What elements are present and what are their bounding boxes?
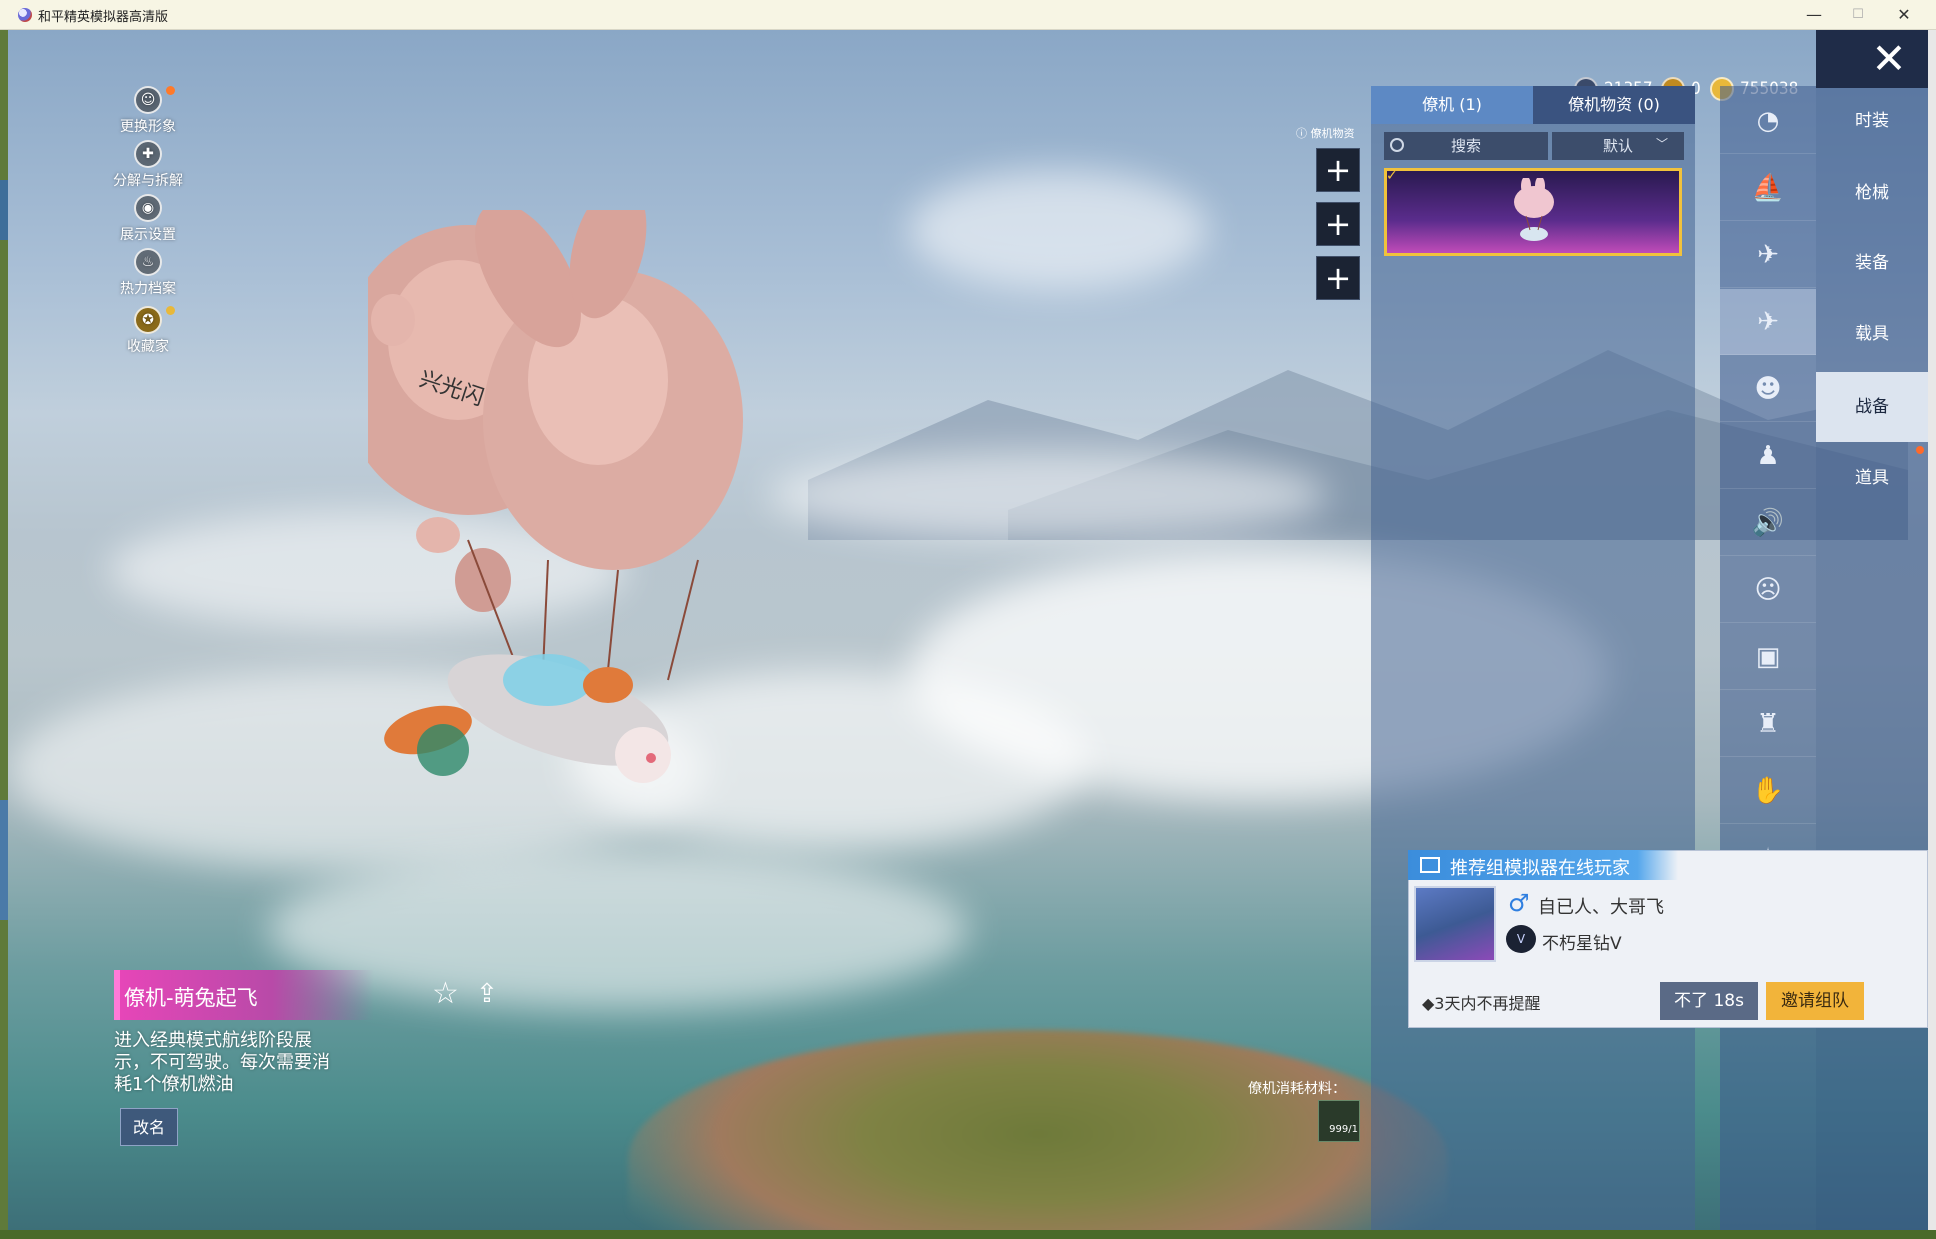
add-slot-button-2[interactable]: + (1316, 202, 1360, 246)
menu-change-appearance[interactable]: ☺ 更换形象 (98, 86, 198, 136)
menu-heat-archive[interactable]: ♨ 热力档案 (98, 248, 198, 298)
menu-dismantle[interactable]: ✚ 分解与拆解 (98, 140, 198, 190)
menu-label: 收藏家 (127, 339, 169, 355)
nav-equipment[interactable]: 装备 (1816, 228, 1928, 298)
slot-hint[interactable]: ⓘ 僚机物资 (1296, 125, 1355, 141)
spray-icon[interactable]: ♜ (1720, 691, 1816, 757)
tab-wingman-supplies[interactable]: 僚机物资 (0) (1533, 86, 1695, 124)
item-description: 进入经典模式航线阶段展示，不可驾驶。每次需要消耗1个僚机燃油 (114, 1030, 330, 1095)
checkmark-icon: ✓ (1386, 168, 1398, 184)
emote-icon[interactable]: ☹ (1720, 557, 1816, 623)
window-title: 和平精英模拟器高清版 (38, 10, 169, 25)
menu-collector[interactable]: ✪ 收藏家 (98, 306, 198, 356)
nav-combat-gear[interactable]: 战备 (1816, 372, 1928, 442)
sound-icon[interactable]: 🔊 (1720, 490, 1816, 556)
character-icon: ☺ (134, 86, 162, 114)
item-name: 僚机-萌兔起飞 (124, 986, 258, 1010)
decline-button[interactable]: 不了 18s (1660, 982, 1758, 1020)
outfit-icon[interactable]: ◔ (1720, 88, 1816, 154)
cloud (908, 170, 1208, 290)
desktop-edge-right (1928, 30, 1936, 1230)
tab-wingman[interactable]: 僚机 (1) (1371, 86, 1533, 124)
invite-team-button[interactable]: 邀请组队 (1766, 982, 1864, 1020)
cloud (768, 450, 1328, 540)
image-icon[interactable]: ▣ (1720, 624, 1816, 690)
item-list-panel (1371, 86, 1695, 1230)
avatar[interactable] (1414, 886, 1496, 962)
share-icon[interactable]: ⇪ (476, 978, 508, 1010)
favorite-star-icon[interactable]: ☆ (432, 978, 464, 1010)
menu-display-settings[interactable]: ◉ 展示设置 (98, 194, 198, 244)
add-slot-button-1[interactable]: + (1316, 148, 1360, 192)
gesture-icon[interactable]: ✋ (1720, 758, 1816, 824)
pet-icon[interactable]: ♟ (1720, 423, 1816, 489)
flame-icon: ♨ (134, 248, 162, 276)
nav-vehicles[interactable]: 载具 (1816, 299, 1928, 369)
menu-label: 更换形象 (120, 119, 176, 135)
menu-label: 展示设置 (120, 227, 176, 243)
male-gender-icon: ♂ (1508, 889, 1530, 917)
dismantle-icon: ✚ (134, 140, 162, 168)
vehicle-boat-icon[interactable]: ⛵ (1720, 155, 1816, 221)
rank-badge-icon: V (1506, 925, 1536, 953)
player-name: 自已人、大哥飞 (1538, 897, 1664, 918)
menu-label: 热力档案 (120, 281, 176, 297)
rename-button[interactable]: 改名 (120, 1108, 178, 1146)
consume-label: 僚机消耗材料： (1248, 1081, 1346, 1097)
eye-icon: ◉ (134, 194, 162, 222)
plane-icon[interactable]: ✈ (1720, 222, 1816, 288)
notification-dot (166, 306, 175, 315)
item-thumbnail (1514, 178, 1554, 241)
add-slot-button-3[interactable]: + (1316, 256, 1360, 300)
fuel-item-icon[interactable] (1318, 1100, 1360, 1142)
title-bar: 和平精英模拟器高清版 — ☐ ✕ (0, 0, 1936, 30)
player-rank: 不朽星钻Ⅴ (1542, 934, 1622, 954)
search-input[interactable]: 搜索 (1384, 132, 1548, 160)
desktop-edge-left-accent (0, 180, 8, 240)
dont-remind-toggle[interactable]: ◆3天内不再提醒 (1422, 990, 1541, 1014)
desktop-edge-left-accent-2 (0, 800, 8, 920)
notification-dot (166, 86, 175, 95)
bunny-balloon-model: 兴光闪 (368, 210, 743, 783)
desktop-edge-bottom (0, 1230, 1936, 1239)
face-icon[interactable]: ☻ (1720, 356, 1816, 422)
menu-label: 分解与拆解 (113, 173, 183, 189)
maximize-button[interactable]: ☐ (1836, 2, 1880, 28)
window-close-button[interactable]: ✕ (1882, 2, 1926, 28)
emulator-window: 和平精英模拟器高清版 — ☐ ✕ 兴光闪 0 ☺ 更换形象 ✚ 分解与拆解 ◉ … (0, 0, 1936, 1239)
monitor-icon (1420, 857, 1440, 873)
collector-icon: ✪ (134, 306, 162, 334)
close-button[interactable]: ✕ (1816, 30, 1928, 88)
consume-count: 999/1 (1329, 1124, 1358, 1135)
app-logo-icon (18, 8, 32, 22)
chevron-down-icon: ﹀ (1656, 137, 1669, 151)
invite-popup-title: 推荐组模拟器在线玩家 (1450, 858, 1630, 879)
nav-fashion[interactable]: 时装 (1816, 86, 1928, 156)
nav-props[interactable]: 道具 (1816, 443, 1928, 513)
minimize-button[interactable]: — (1792, 2, 1836, 28)
search-icon (1390, 138, 1404, 152)
nav-guns[interactable]: 枪械 (1816, 158, 1928, 228)
parachute-plane-icon[interactable]: ✈ (1720, 289, 1816, 355)
